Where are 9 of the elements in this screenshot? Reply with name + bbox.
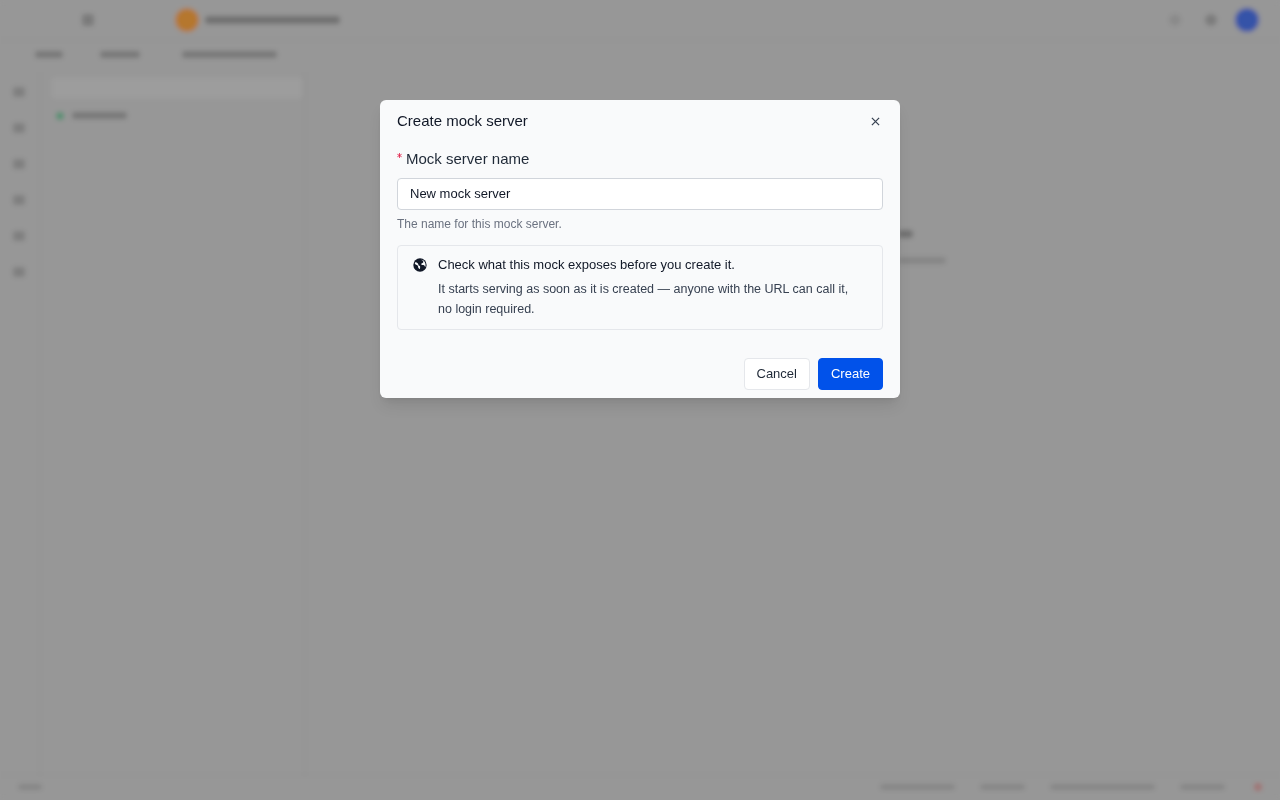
notice-text: It starts serving as soon as it is created — anyone with the URL can call it, no login required. (438, 280, 850, 318)
create-button[interactable]: Create (817, 357, 883, 390)
notice-title: Check what this mock exposes before you create it. (438, 255, 736, 274)
dialog-title: Create mock server (397, 111, 528, 131)
cancel-button[interactable]: Cancel (743, 357, 810, 390)
field-label: Mock server name (406, 149, 530, 168)
help-text: The name for this mock server. (397, 215, 563, 233)
globe-icon (412, 256, 428, 273)
name-input-field[interactable]: New mock server (397, 177, 883, 210)
